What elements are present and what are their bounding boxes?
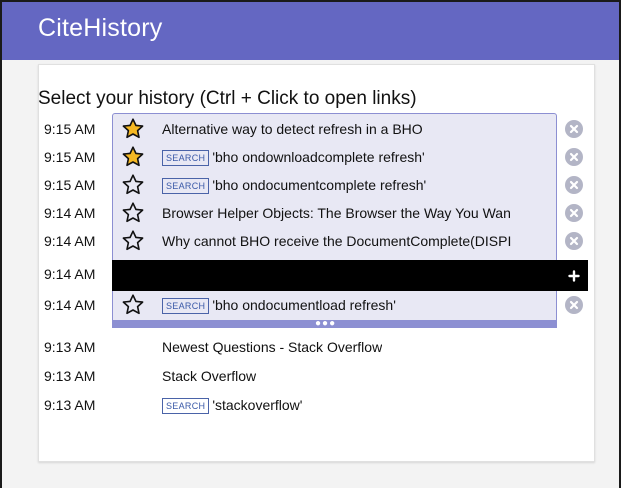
row-time: 9:14 AM bbox=[44, 233, 96, 249]
star-icon[interactable] bbox=[121, 229, 145, 253]
search-tag: SEARCH bbox=[162, 398, 210, 414]
star-icon[interactable] bbox=[121, 117, 145, 141]
more-dots-icon[interactable]: ●●● bbox=[315, 319, 336, 329]
star-icon[interactable] bbox=[121, 145, 145, 169]
row-time: 9:14 AM bbox=[44, 266, 96, 282]
app-title: CiteHistory bbox=[38, 14, 163, 42]
search-tag: SEARCH bbox=[162, 150, 210, 166]
row-title[interactable]: SEARCH'bho ondocumentcomplete refresh' bbox=[162, 171, 426, 199]
add-circle-icon[interactable] bbox=[565, 267, 583, 285]
row-title-text: 'bho ondownloadcomplete refresh' bbox=[212, 149, 425, 165]
highlighted-row-bar[interactable] bbox=[112, 260, 588, 291]
row-time: 9:13 AM bbox=[44, 368, 96, 384]
remove-circle-icon[interactable] bbox=[565, 296, 583, 314]
star-icon[interactable] bbox=[121, 293, 145, 317]
row-time: 9:15 AM bbox=[44, 149, 96, 165]
row-title[interactable]: SEARCH'bho ondocumentload refresh' bbox=[162, 291, 396, 319]
star-icon[interactable] bbox=[121, 173, 145, 197]
row-title-text: 'bho ondocumentload refresh' bbox=[212, 297, 396, 313]
row-time: 9:14 AM bbox=[44, 205, 96, 221]
history-row[interactable]: 9:13 AM bbox=[44, 362, 564, 390]
row-title[interactable]: Alternative way to detect refresh in a B… bbox=[162, 115, 423, 143]
header-bar: CiteHistory bbox=[2, 0, 619, 60]
row-title-text: 'stackoverflow' bbox=[212, 397, 303, 413]
row-time: 9:13 AM bbox=[44, 397, 96, 413]
page-heading: Select your history (Ctrl + Click to ope… bbox=[38, 88, 417, 109]
remove-circle-icon[interactable] bbox=[565, 204, 583, 222]
row-time: 9:15 AM bbox=[44, 121, 96, 137]
row-title[interactable]: Browser Helper Objects: The Browser the … bbox=[162, 199, 558, 227]
remove-circle-icon[interactable] bbox=[565, 232, 583, 250]
row-time: 9:15 AM bbox=[44, 177, 96, 193]
row-time: 9:13 AM bbox=[44, 339, 96, 355]
row-title[interactable]: SEARCH'bho ondownloadcomplete refresh' bbox=[162, 143, 425, 171]
row-time: 9:14 AM bbox=[44, 297, 96, 313]
row-title[interactable]: Newest Questions - Stack Overflow bbox=[162, 333, 382, 361]
row-title[interactable]: SEARCH'stackoverflow' bbox=[162, 391, 302, 419]
row-title[interactable]: Stack Overflow bbox=[162, 362, 256, 390]
row-title-text: 'bho ondocumentcomplete refresh' bbox=[212, 177, 427, 193]
remove-circle-icon[interactable] bbox=[565, 120, 583, 138]
search-tag: SEARCH bbox=[162, 178, 210, 194]
search-tag: SEARCH bbox=[162, 298, 210, 314]
remove-circle-icon[interactable] bbox=[565, 176, 583, 194]
history-row[interactable]: 9:13 AM bbox=[44, 391, 564, 419]
star-icon[interactable] bbox=[121, 201, 145, 225]
row-title[interactable]: Why cannot BHO receive the DocumentCompl… bbox=[162, 227, 558, 255]
remove-circle-icon[interactable] bbox=[565, 148, 583, 166]
